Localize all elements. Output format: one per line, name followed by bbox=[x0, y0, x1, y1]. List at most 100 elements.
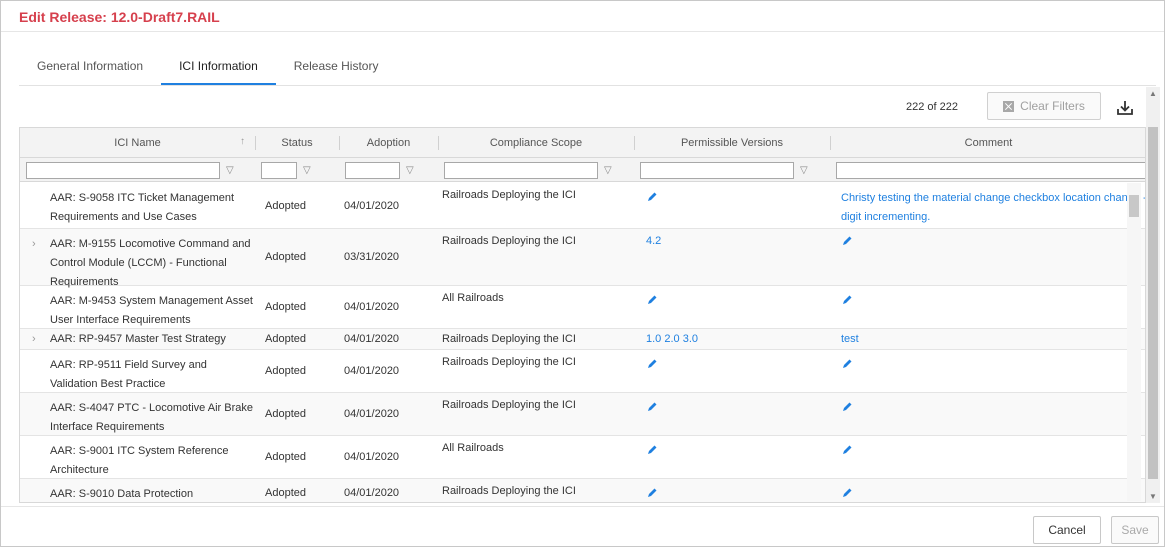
status-cell: Adopted bbox=[265, 251, 306, 263]
download-icon bbox=[1117, 101, 1133, 115]
clear-filters-button[interactable]: Clear Filters bbox=[987, 92, 1101, 120]
tab-release-history[interactable]: Release History bbox=[276, 49, 397, 85]
pencil-icon[interactable] bbox=[646, 444, 658, 456]
pencil-icon[interactable] bbox=[646, 401, 658, 413]
status-cell: Adopted bbox=[265, 451, 306, 463]
column-header-status[interactable]: Status bbox=[255, 128, 339, 158]
column-header-comment[interactable]: Comment bbox=[830, 128, 1145, 158]
status-cell: Adopted bbox=[265, 199, 306, 212]
ici-name-cell: AAR: M-9453 System Management Asset User… bbox=[50, 295, 253, 326]
filter-cell-compliance-scope: ▽ bbox=[438, 158, 634, 182]
permissible-versions-cell[interactable] bbox=[634, 286, 830, 328]
adoption-cell: 04/01/2020 bbox=[344, 301, 400, 313]
grid-body-scrollbar[interactable] bbox=[1127, 183, 1141, 501]
table-row[interactable]: AAR: S-9001 ITC System Reference Archite… bbox=[20, 436, 1145, 479]
footer-divider bbox=[1, 506, 1164, 507]
comment-cell[interactable] bbox=[830, 350, 1145, 392]
filter-icon[interactable]: ▽ bbox=[406, 165, 414, 176]
column-header-ici-name[interactable]: ICI Name ↑ bbox=[20, 128, 255, 158]
pencil-icon[interactable] bbox=[841, 487, 853, 499]
compliance-scope-cell: Railroads Deploying the ICI bbox=[442, 485, 576, 497]
comment-cell[interactable] bbox=[830, 286, 1145, 328]
download-button[interactable] bbox=[1114, 97, 1136, 119]
grid-header: ICI Name ↑ Status Adoption Compliance Sc… bbox=[20, 128, 1145, 158]
pencil-icon[interactable] bbox=[841, 358, 853, 370]
pencil-icon[interactable] bbox=[646, 191, 658, 203]
permissible-versions-filter-input[interactable] bbox=[640, 161, 794, 179]
pencil-icon[interactable] bbox=[646, 487, 658, 499]
permissible-versions-cell[interactable]: 1.0 2.0 3.0 bbox=[634, 329, 830, 349]
pencil-icon[interactable] bbox=[841, 235, 853, 247]
table-row[interactable]: AAR: S-9058 ITC Ticket Management Requir… bbox=[20, 183, 1145, 229]
column-header-compliance-scope[interactable]: Compliance Scope bbox=[438, 128, 634, 158]
compliance-scope-cell: Railroads Deploying the ICI bbox=[442, 333, 576, 345]
status-cell: Adopted bbox=[265, 365, 306, 377]
tab-general-information[interactable]: General Information bbox=[19, 49, 161, 85]
scroll-down-arrow-icon[interactable]: ▼ bbox=[1149, 492, 1157, 501]
column-header-label: Status bbox=[281, 137, 313, 149]
comment-cell[interactable] bbox=[830, 436, 1145, 478]
column-header-label: Adoption bbox=[366, 137, 411, 149]
permissible-versions-cell[interactable] bbox=[634, 436, 830, 478]
save-button[interactable]: Save bbox=[1111, 516, 1159, 544]
status-cell: Adopted bbox=[265, 408, 306, 420]
table-row[interactable]: AAR: S-9010 Data Protection Adopted 04/0… bbox=[20, 479, 1145, 502]
ici-name-cell: AAR: S-4047 PTC - Locomotive Air Brake I… bbox=[50, 402, 253, 433]
table-row[interactable]: › AAR: RP-9457 Master Test Strategy Adop… bbox=[20, 329, 1145, 350]
filter-row: ▽ ▽ ▽ ▽ ▽ bbox=[20, 158, 1145, 182]
comment-filter-input[interactable] bbox=[836, 161, 1145, 179]
comment-cell[interactable]: test bbox=[830, 329, 1145, 349]
column-header-adoption[interactable]: Adoption bbox=[339, 128, 438, 158]
table-row[interactable]: › AAR: M-9155 Locomotive Command and Con… bbox=[20, 229, 1145, 288]
adoption-cell: 04/01/2020 bbox=[344, 199, 400, 212]
pencil-icon[interactable] bbox=[841, 294, 853, 306]
status-filter-input[interactable] bbox=[261, 161, 297, 179]
table-row[interactable]: AAR: S-4047 PTC - Locomotive Air Brake I… bbox=[20, 393, 1145, 436]
permissible-versions-cell[interactable]: 4.2 bbox=[634, 229, 830, 285]
ici-name-cell: AAR: RP-9511 Field Survey and Validation… bbox=[50, 359, 207, 390]
pencil-icon[interactable] bbox=[841, 444, 853, 456]
adoption-cell: 04/01/2020 bbox=[344, 408, 400, 420]
expand-chevron-icon[interactable]: › bbox=[32, 235, 36, 254]
pencil-icon[interactable] bbox=[646, 294, 658, 306]
pencil-icon[interactable] bbox=[646, 358, 658, 370]
ici-name-text: AAR: M-9155 Locomotive Command and Contr… bbox=[50, 238, 251, 288]
compliance-scope-cell: Railroads Deploying the ICI bbox=[442, 235, 576, 247]
adoption-cell: 04/01/2020 bbox=[344, 365, 400, 377]
comment-cell[interactable] bbox=[830, 479, 1145, 502]
filter-cell-comment bbox=[830, 158, 1145, 182]
cancel-button[interactable]: Cancel bbox=[1033, 516, 1101, 544]
pencil-icon[interactable] bbox=[841, 401, 853, 413]
filter-icon[interactable]: ▽ bbox=[303, 165, 311, 176]
expand-chevron-icon[interactable]: › bbox=[32, 330, 36, 349]
adoption-cell: 04/01/2020 bbox=[344, 451, 400, 463]
comment-cell[interactable] bbox=[830, 393, 1145, 435]
ici-name-cell: › AAR: M-9155 Locomotive Command and Con… bbox=[20, 229, 255, 288]
permissible-versions-cell[interactable] bbox=[634, 183, 830, 228]
adoption-filter-input[interactable] bbox=[345, 161, 400, 179]
compliance-scope-cell: All Railroads bbox=[442, 292, 504, 304]
dialog-scrollbar[interactable]: ▲ ▼ bbox=[1146, 87, 1160, 503]
table-row[interactable]: AAR: RP-9511 Field Survey and Validation… bbox=[20, 350, 1145, 393]
compliance-scope-filter-input[interactable] bbox=[444, 161, 598, 179]
filter-icon[interactable]: ▽ bbox=[604, 165, 612, 176]
tab-ici-information[interactable]: ICI Information bbox=[161, 49, 276, 85]
ici-name-filter-input[interactable] bbox=[26, 161, 220, 179]
table-row[interactable]: AAR: M-9453 System Management Asset User… bbox=[20, 286, 1145, 329]
ici-name-cell: AAR: S-9001 ITC System Reference Archite… bbox=[50, 445, 229, 476]
comment-cell[interactable]: Christy testing the material change chec… bbox=[830, 183, 1145, 228]
sort-ascending-icon: ↑ bbox=[240, 136, 245, 147]
filter-icon[interactable]: ▽ bbox=[800, 165, 808, 176]
grid-body-scroll-thumb[interactable] bbox=[1129, 195, 1139, 217]
filter-cell-ici-name: ▽ bbox=[20, 158, 255, 182]
permissible-versions-cell[interactable] bbox=[634, 350, 830, 392]
filter-cell-status: ▽ bbox=[255, 158, 339, 182]
permissible-versions-cell[interactable] bbox=[634, 479, 830, 502]
filter-icon[interactable]: ▽ bbox=[226, 165, 234, 176]
dialog-scroll-thumb[interactable] bbox=[1148, 127, 1158, 479]
permissible-versions-cell[interactable] bbox=[634, 393, 830, 435]
record-count: 222 of 222 bbox=[906, 101, 958, 113]
column-header-permissible-versions[interactable]: Permissible Versions bbox=[634, 128, 830, 158]
scroll-up-arrow-icon[interactable]: ▲ bbox=[1149, 89, 1157, 98]
comment-cell[interactable] bbox=[830, 229, 1145, 285]
